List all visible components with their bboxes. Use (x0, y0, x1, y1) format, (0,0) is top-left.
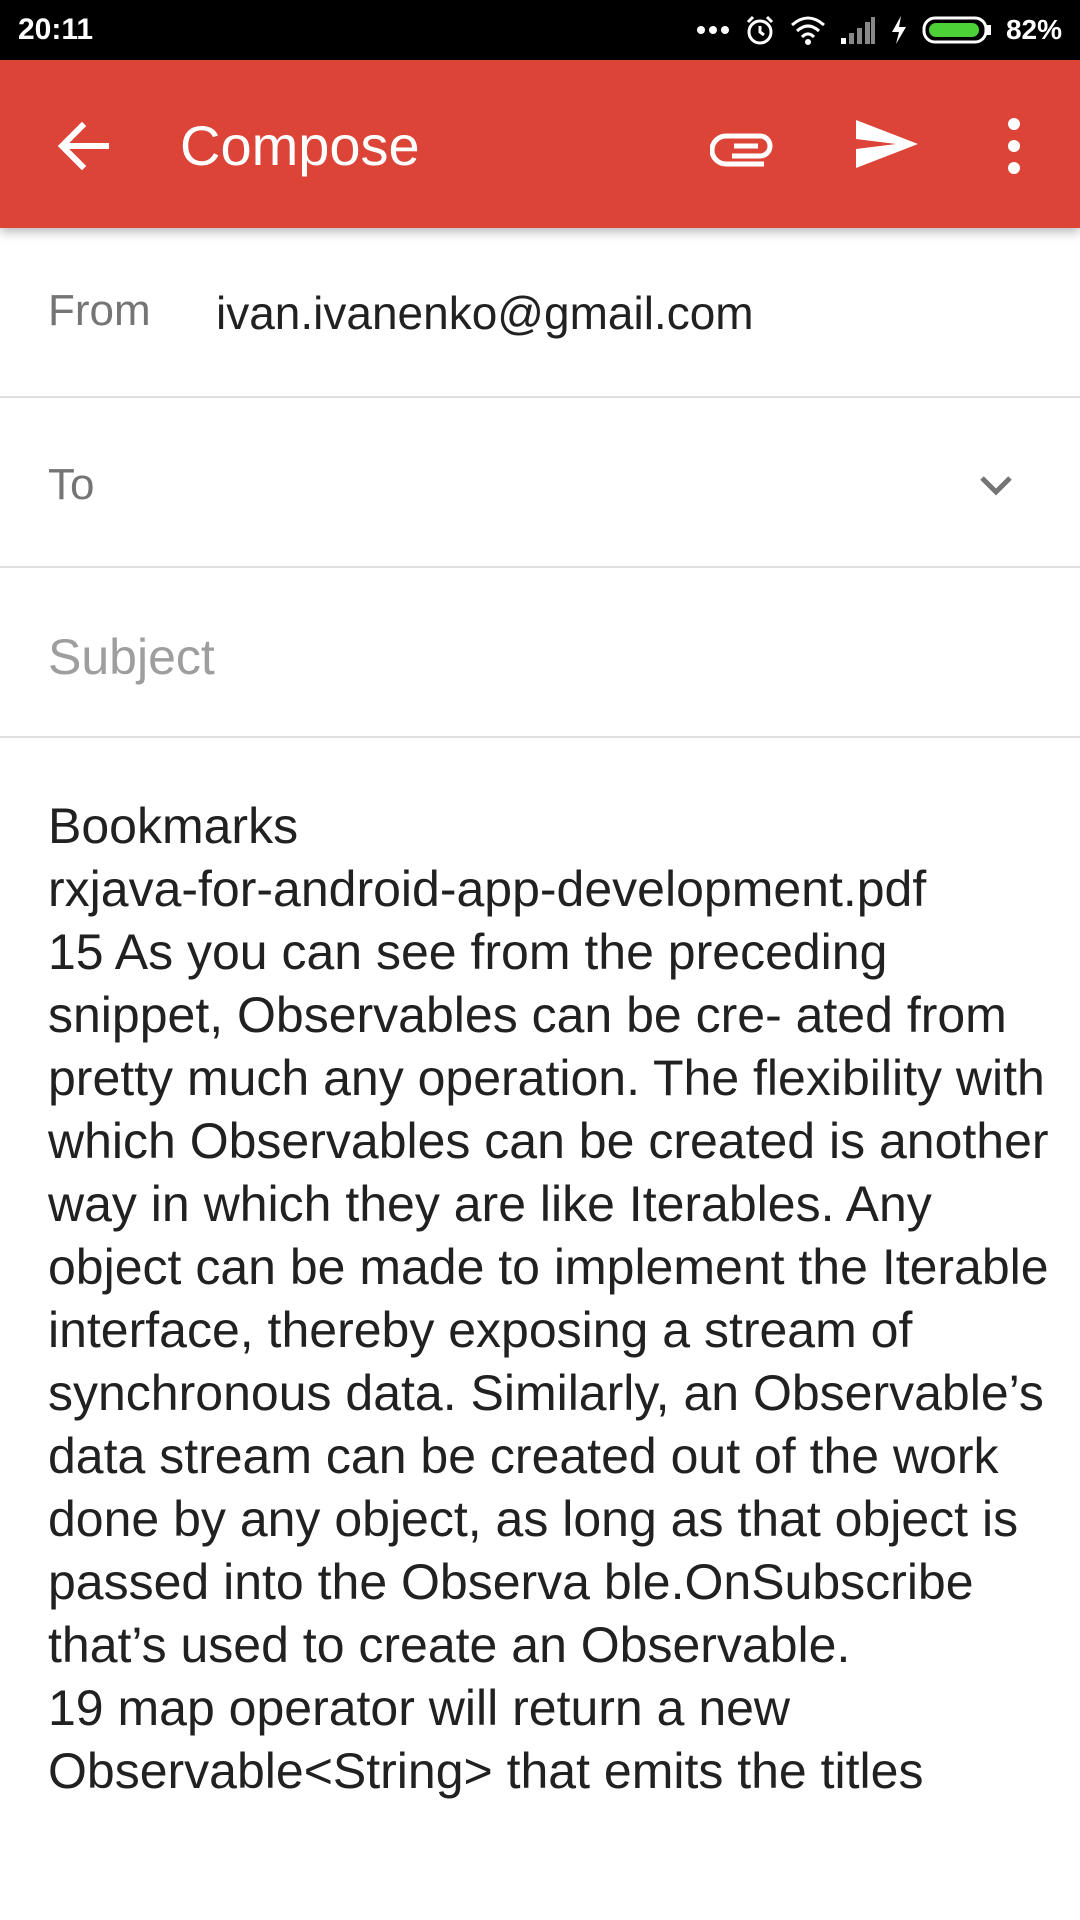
signal-icon (840, 17, 875, 44)
back-arrow-icon (57, 121, 109, 171)
status-icons: 82% (696, 14, 1062, 46)
chevron-down-icon (980, 476, 1012, 496)
subject-field[interactable]: Subject (48, 628, 215, 686)
more-dots-icon (696, 26, 729, 34)
to-expand-button[interactable] (972, 462, 1020, 510)
status-bar: 20:11 82% (0, 0, 1080, 60)
page-title: Compose (180, 114, 420, 177)
more-options-button[interactable] (990, 114, 1038, 178)
charging-icon (891, 16, 906, 44)
send-icon (856, 120, 918, 168)
wifi-icon (790, 16, 825, 45)
battery-icon (922, 16, 991, 44)
to-row[interactable]: To (0, 398, 1080, 568)
compose-body-text[interactable]: Bookmarks rxjava-for-android-app-develop… (48, 795, 1058, 1803)
subject-row[interactable]: Subject (0, 568, 1080, 738)
paperclip-icon (709, 133, 773, 167)
app-bar: Compose (0, 60, 1080, 228)
from-account-value[interactable]: ivan.ivanenko@gmail.com (216, 286, 754, 340)
from-label: From (48, 286, 151, 335)
attach-button[interactable] (709, 114, 780, 178)
status-time: 20:11 (18, 13, 94, 46)
back-button[interactable] (52, 114, 116, 178)
to-label: To (48, 460, 95, 509)
send-button[interactable] (852, 112, 922, 176)
battery-percent: 82% (1005, 14, 1062, 45)
more-vert-icon (1008, 118, 1020, 174)
from-row[interactable]: From ivan.ivanenko@gmail.com (0, 228, 1080, 398)
alarm-icon (746, 15, 774, 45)
